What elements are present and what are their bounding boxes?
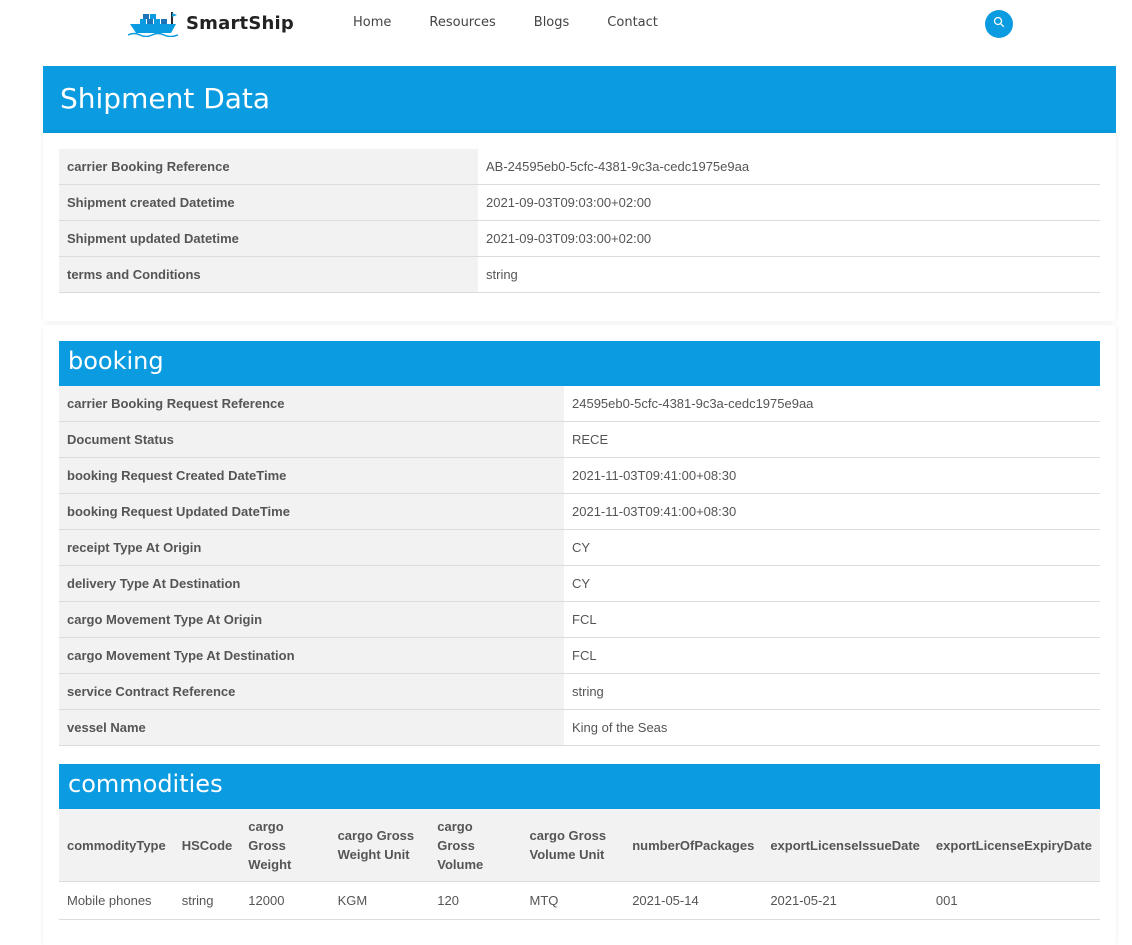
row-label: carrier Booking Reference: [59, 149, 478, 185]
table-cell: MTQ: [521, 881, 625, 920]
table-row: terms and Conditions string: [59, 256, 1100, 293]
row-value: FCL: [564, 601, 1100, 638]
table-row: carrier Booking Reference AB-24595eb0-5c…: [59, 149, 1100, 185]
table-cell: 12000: [240, 881, 330, 920]
row-label: Shipment created Datetime: [59, 184, 478, 221]
table-row: receipt Type At Origin CY: [59, 529, 1100, 566]
main-nav: Home Resources Blogs Contact: [353, 15, 696, 30]
table-row: delivery Type At Destination CY: [59, 565, 1100, 602]
booking-section-header: booking: [59, 341, 1100, 386]
row-label: cargo Movement Type At Destination: [59, 637, 564, 674]
search-button[interactable]: [985, 10, 1013, 38]
commodities-title: commodities: [68, 770, 223, 798]
row-value: RECE: [564, 421, 1100, 458]
row-value: string: [564, 673, 1100, 710]
column-header: exportLicenseExpiryDate: [927, 809, 1100, 882]
row-value: King of the Seas: [564, 709, 1100, 746]
row-label: delivery Type At Destination: [59, 565, 564, 602]
row-label: service Contract Reference: [59, 673, 564, 710]
table-cell: 120: [429, 881, 522, 920]
column-header: cargo Gross Weight: [240, 809, 330, 882]
row-value: CY: [564, 529, 1100, 566]
row-label: vessel Name: [59, 709, 564, 746]
column-header: cargo Gross Volume: [429, 809, 522, 882]
row-label: Document Status: [59, 421, 564, 458]
row-value: 2021-09-03T09:03:00+02:00: [478, 220, 1100, 257]
table-row: booking Request Created DateTime 2021-11-…: [59, 457, 1100, 494]
column-header: exportLicenseIssueDate: [762, 809, 928, 882]
table-row: cargo Movement Type At Destination FCL: [59, 637, 1100, 674]
page-title: Shipment Data: [60, 82, 271, 115]
table-row: booking Request Updated DateTime 2021-11-…: [59, 493, 1100, 530]
shipment-card: carrier Booking Reference AB-24595eb0-5c…: [43, 133, 1116, 321]
column-header: numberOfPackages: [624, 809, 763, 882]
column-header: cargo Gross Weight Unit: [329, 809, 430, 882]
row-value: CY: [564, 565, 1100, 602]
row-value: AB-24595eb0-5cfc-4381-9c3a-cedc1975e9aa: [478, 149, 1100, 185]
row-label: carrier Booking Request Reference: [59, 386, 564, 422]
row-label: Shipment updated Datetime: [59, 220, 478, 257]
table-row: Shipment updated Datetime 2021-09-03T09:…: [59, 220, 1100, 257]
row-value: 2021-09-03T09:03:00+02:00: [478, 184, 1100, 221]
page-header: Shipment Data: [43, 66, 1116, 133]
row-value: string: [478, 256, 1100, 293]
commodities-table: commodityType HSCode cargo Gross Weight …: [59, 809, 1100, 920]
shipment-table: carrier Booking Reference AB-24595eb0-5c…: [59, 149, 1100, 293]
row-label: booking Request Created DateTime: [59, 457, 564, 494]
table-header-row: commodityType HSCode cargo Gross Weight …: [59, 809, 1100, 882]
table-cell: 001: [927, 881, 1100, 920]
table-cell: 2021-05-14: [624, 881, 763, 920]
booking-title: booking: [68, 347, 164, 375]
row-label: terms and Conditions: [59, 256, 478, 293]
brand-name: SmartShip: [186, 13, 294, 34]
table-row: Document Status RECE: [59, 421, 1100, 458]
row-value: 24595eb0-5cfc-4381-9c3a-cedc1975e9aa: [564, 386, 1100, 422]
table-row: Mobile phones string 12000 KGM 120 MTQ 2…: [59, 881, 1100, 920]
brand[interactable]: SmartShip: [127, 10, 294, 38]
table-row: cargo Movement Type At Origin FCL: [59, 601, 1100, 638]
table-row: carrier Booking Request Reference 24595eb…: [59, 386, 1100, 422]
cargo-ship-icon: [127, 10, 179, 38]
table-cell: 2021-05-21: [762, 881, 928, 920]
row-value: 2021-11-03T09:41:00+08:30: [564, 493, 1100, 530]
row-label: receipt Type At Origin: [59, 529, 564, 566]
column-header: cargo Gross Volume Unit: [521, 809, 625, 882]
row-value: 2021-11-03T09:41:00+08:30: [564, 457, 1100, 494]
row-label: booking Request Updated DateTime: [59, 493, 564, 530]
nav-resources[interactable]: Resources: [429, 15, 495, 30]
nav-contact[interactable]: Contact: [607, 15, 658, 30]
search-icon: [993, 15, 1005, 33]
row-value: FCL: [564, 637, 1100, 674]
column-header: HSCode: [173, 809, 241, 882]
booking-card: booking carrier Booking Request Referenc…: [43, 325, 1116, 945]
navbar: SmartShip Home Resources Blogs Contact: [0, 0, 1132, 48]
booking-table: carrier Booking Request Reference 24595eb…: [59, 386, 1100, 746]
nav-home[interactable]: Home: [353, 15, 391, 30]
row-label: cargo Movement Type At Origin: [59, 601, 564, 638]
table-cell: Mobile phones: [59, 881, 174, 920]
commodities-section-header: commodities: [59, 764, 1100, 809]
table-cell: KGM: [329, 881, 430, 920]
table-row: service Contract Reference string: [59, 673, 1100, 710]
table-cell: string: [173, 881, 241, 920]
nav-blogs[interactable]: Blogs: [534, 15, 570, 30]
table-row: Shipment created Datetime 2021-09-03T09:…: [59, 184, 1100, 221]
column-header: commodityType: [59, 809, 174, 882]
table-row: vessel Name King of the Seas: [59, 709, 1100, 746]
